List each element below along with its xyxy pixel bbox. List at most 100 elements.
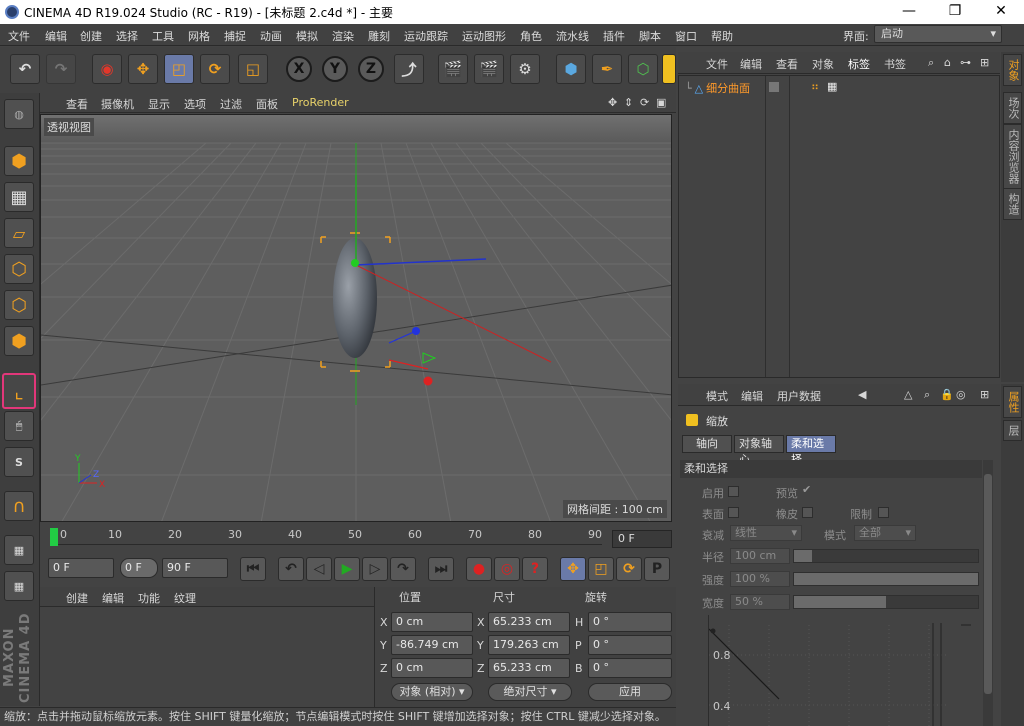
material-menu-function[interactable]: 功能 (138, 590, 160, 606)
menu-animate[interactable]: 动画 (260, 28, 282, 44)
axis-mode-button[interactable]: ⌞ (2, 373, 36, 409)
polygons-mode-button[interactable]: ⬢ (4, 326, 34, 356)
viewport-rotate-icon[interactable]: ⟳ (640, 96, 649, 109)
surface-checkbox[interactable] (728, 507, 739, 518)
am-menu-edit[interactable]: 编辑 (741, 388, 763, 404)
edges-mode-button[interactable]: ⬡ (4, 290, 34, 320)
am-menu-userdata[interactable]: 用户数据 (777, 388, 821, 404)
menu-render[interactable]: 渲染 (332, 28, 354, 44)
rotation-h-field[interactable]: 0 ° (588, 612, 672, 632)
z-axis-lock-button[interactable]: Z (358, 56, 384, 82)
start-frame-field[interactable]: 0 F (48, 558, 114, 578)
menu-motion-tracking[interactable]: 运动跟踪 (404, 28, 448, 44)
position-y-field[interactable]: -86.749 cm (391, 635, 473, 655)
close-button[interactable]: ✕ (978, 0, 1024, 24)
menu-pipeline[interactable]: 流水线 (556, 28, 589, 44)
viewport-dolly-icon[interactable]: ⇕ (624, 96, 633, 109)
menu-simulate[interactable]: 模拟 (296, 28, 318, 44)
key-parameter-button[interactable]: P (644, 557, 670, 581)
planar-workplane-button[interactable]: ▦ (4, 571, 34, 601)
width-slider[interactable] (793, 595, 979, 609)
rubber-checkbox[interactable] (802, 507, 813, 518)
tab-soft-selection[interactable]: 柔和选择 (786, 435, 836, 466)
lock-workplane-button[interactable]: ▦ (4, 535, 34, 565)
model-mode-button[interactable]: ⬢ (4, 146, 34, 176)
rotation-p-field[interactable]: 0 ° (588, 635, 672, 655)
go-to-end-button[interactable]: ⏭ (428, 557, 454, 581)
x-axis-lock-button[interactable]: X (286, 56, 312, 82)
menu-select[interactable]: 选择 (116, 28, 138, 44)
tab-objects[interactable]: 对象 (1003, 54, 1022, 86)
subdivision-surface-button[interactable]: ⬡ (628, 54, 658, 84)
viewport-menu-panel[interactable]: 面板 (256, 96, 278, 112)
tab-attributes[interactable]: 属性 (1003, 386, 1022, 418)
enable-checkbox[interactable] (728, 486, 739, 497)
am-menu-mode[interactable]: 模式 (706, 388, 728, 404)
gizmo-x-handle[interactable] (423, 376, 433, 386)
menu-help[interactable]: 帮助 (711, 28, 733, 44)
scale-tool-button[interactable]: ◰ (164, 54, 194, 84)
maximize-button[interactable]: ❐ (932, 0, 978, 24)
make-editable-button[interactable]: ◍ (4, 99, 34, 129)
render-picture-viewer-button[interactable]: 🎬 (474, 54, 504, 84)
end-frame-field[interactable]: 90 F (162, 558, 228, 578)
viewport-menu-display[interactable]: 显示 (148, 96, 170, 112)
keyframe-selection-button[interactable]: ? (522, 557, 548, 581)
material-menu-texture[interactable]: 纹理 (174, 590, 196, 606)
strength-field[interactable]: 100 % (730, 571, 790, 587)
minimize-button[interactable]: — (886, 0, 932, 24)
previous-frame-button[interactable]: ◁ (306, 557, 332, 581)
home-icon[interactable]: ⌂ (944, 56, 951, 69)
search-icon[interactable]: ⌕ (924, 388, 930, 402)
viewport-pan-icon[interactable]: ✥ (608, 96, 617, 109)
apply-button[interactable]: 应用 (588, 683, 672, 701)
play-button[interactable]: ▶ (334, 557, 360, 581)
back-arrow-icon[interactable]: ◀ (858, 388, 866, 401)
link-icon[interactable]: ⊶ (960, 56, 971, 69)
viewport-menu-view[interactable]: 查看 (66, 96, 88, 112)
position-x-field[interactable]: 0 cm (391, 612, 473, 632)
visibility-toggle[interactable] (769, 82, 779, 92)
menu-plugins[interactable]: 插件 (603, 28, 625, 44)
menu-create[interactable]: 创建 (80, 28, 102, 44)
deformer-button[interactable] (662, 54, 676, 84)
go-to-start-button[interactable]: ⏮ (240, 557, 266, 581)
key-scale-button[interactable]: ◰ (588, 557, 614, 581)
viewport-menu-options[interactable]: 选项 (184, 96, 206, 112)
tab-object-axis[interactable]: 对象轴心 (734, 435, 784, 466)
falloff-select[interactable]: 线性 ▾ (730, 525, 802, 541)
lock-icon[interactable]: 🔒 (940, 388, 954, 401)
object-manager-list[interactable]: └ △ 细分曲面 ⠶ ▦ (678, 75, 1000, 378)
menu-script[interactable]: 脚本 (639, 28, 661, 44)
om-menu-file[interactable]: 文件 (706, 56, 728, 72)
points-mode-button[interactable]: ⬡ (4, 254, 34, 284)
object-row[interactable]: └ △ 细分曲面 (685, 80, 750, 96)
menu-sculpt[interactable]: 雕刻 (368, 28, 390, 44)
material-manager-area[interactable] (40, 607, 374, 707)
material-tag-icon[interactable]: ⠶ (811, 80, 819, 93)
rotation-b-field[interactable]: 0 ° (588, 658, 672, 678)
key-rotation-button[interactable]: ⟳ (616, 557, 642, 581)
width-field[interactable]: 50 % (730, 594, 790, 610)
checker-tag-icon[interactable]: ▦ (827, 80, 837, 93)
render-view-button[interactable]: 🎬 (438, 54, 468, 84)
layout-select[interactable]: 启动 ▾ (874, 25, 1002, 43)
expand-icon[interactable]: ⊞ (980, 388, 989, 401)
record-active-button[interactable]: ● (466, 557, 492, 581)
coordinate-mode-select[interactable]: 对象 (相对) ▾ (391, 683, 473, 701)
move-tool-button[interactable]: ✥ (128, 54, 158, 84)
radius-field[interactable]: 100 cm (730, 548, 790, 564)
object-name[interactable]: 细分曲面 (706, 80, 750, 96)
render-settings-button[interactable]: ⚙ (510, 54, 540, 84)
y-axis-lock-button[interactable]: Y (322, 56, 348, 82)
radius-slider[interactable] (793, 549, 979, 563)
tab-content-browser[interactable]: 内容浏览器 (1003, 124, 1022, 189)
coordinate-system-button[interactable]: ⤴ (394, 54, 424, 84)
viewport-menu-prorender[interactable]: ProRender (292, 96, 349, 109)
expand-icon[interactable]: ⊞ (980, 56, 989, 69)
tweak-mode-button[interactable]: 🖱 (4, 411, 34, 441)
next-key-button[interactable]: ↷ (390, 557, 416, 581)
om-menu-view[interactable]: 查看 (776, 56, 798, 72)
menu-window[interactable]: 窗口 (675, 28, 697, 44)
menu-file[interactable]: 文件 (8, 28, 30, 44)
